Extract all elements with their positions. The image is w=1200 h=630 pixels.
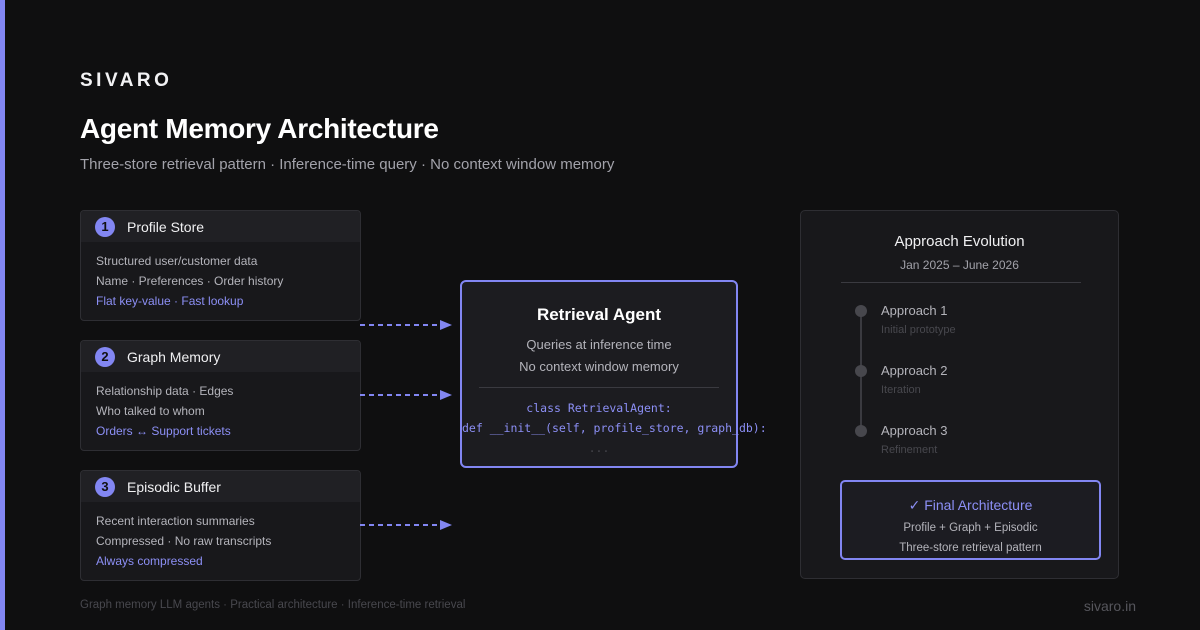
timeline-note: Refinement: [881, 444, 938, 456]
date-range: Jan 2025 – June 2026: [900, 258, 1019, 272]
step-number-badge: 2: [95, 346, 115, 367]
final-architecture-box: ✓ Final Architecture Profile + Graph + E…: [840, 480, 1101, 560]
store-highlight: Always compressed: [96, 554, 203, 568]
store-description: Relationship data · Edges: [96, 384, 234, 398]
brand-logo: SIVARO: [80, 70, 173, 91]
page-subtitle: Three-store retrieval pattern · Inferenc…: [80, 156, 615, 173]
timeline-dot-icon: [855, 305, 867, 317]
store-card-header: 3 Episodic Buffer: [81, 471, 360, 502]
store-card-header: 2 Graph Memory: [81, 341, 360, 372]
store-title: Graph Memory: [127, 348, 221, 365]
store-description: Who talked to whom: [96, 404, 205, 418]
agent-divider: [479, 387, 719, 388]
timeline-label: Approach 2: [881, 363, 948, 378]
store-description: Recent interaction summaries: [96, 514, 255, 528]
footer-url: sivaro.in: [1083, 598, 1136, 614]
final-architecture-line: Three-store retrieval pattern: [899, 542, 1042, 554]
episodic-arrow-icon: [360, 520, 452, 530]
store-description: Structured user/customer data: [96, 254, 258, 268]
store-highlight: Orders ↔ Support tickets: [96, 424, 231, 438]
graph-memory-card: 2 Graph Memory Relationship data · Edges…: [80, 340, 361, 451]
timeline-label: Approach 3: [881, 423, 948, 438]
store-card-header: 1 Profile Store: [81, 211, 360, 242]
profile-arrow-icon: [360, 320, 452, 330]
timeline-note: Initial prototype: [881, 324, 956, 336]
profile-store-card: 1 Profile Store Structured user/customer…: [80, 210, 361, 321]
accent-bar: [0, 0, 5, 630]
step-number-badge: 3: [95, 476, 115, 497]
code-line: class RetrievalAgent:: [526, 401, 672, 415]
code-line: def __init__(self, profile_store, graph_…: [462, 421, 767, 435]
agent-description: No context window memory: [519, 359, 679, 374]
store-title: Episodic Buffer: [127, 478, 221, 495]
timeline-dot-icon: [855, 425, 867, 437]
footer-keywords: Graph memory LLM agents · Practical arch…: [80, 599, 466, 611]
graph-arrow-icon: [360, 390, 452, 400]
final-architecture-title: ✓ Final Architecture: [908, 497, 1033, 513]
retrieval-agent-box: Retrieval Agent Queries at inference tim…: [460, 280, 767, 468]
panel-divider: [841, 282, 1081, 283]
store-description: Compressed · No raw transcripts: [96, 534, 272, 548]
panel-title: Approach Evolution: [894, 233, 1025, 250]
page-title: Agent Memory Architecture: [80, 113, 439, 144]
episodic-buffer-card: 3 Episodic Buffer Recent interaction sum…: [80, 470, 361, 581]
timeline-label: Approach 1: [881, 303, 948, 318]
store-title: Profile Store: [127, 218, 205, 235]
final-architecture-line: Profile + Graph + Episodic: [903, 522, 1038, 534]
agent-title: Retrieval Agent: [536, 305, 662, 324]
step-number-badge: 1: [95, 216, 115, 237]
code-line: ...: [588, 441, 610, 455]
agent-description: Queries at inference time: [526, 337, 672, 352]
timeline-dot-icon: [855, 365, 867, 377]
store-highlight: Flat key-value · Fast lookup: [96, 294, 244, 308]
timeline-note: Iteration: [881, 384, 921, 396]
approach-evolution-panel: Approach Evolution Jan 2025 – June 2026 …: [800, 210, 1119, 579]
store-description: Name · Preferences · Order history: [96, 274, 284, 288]
